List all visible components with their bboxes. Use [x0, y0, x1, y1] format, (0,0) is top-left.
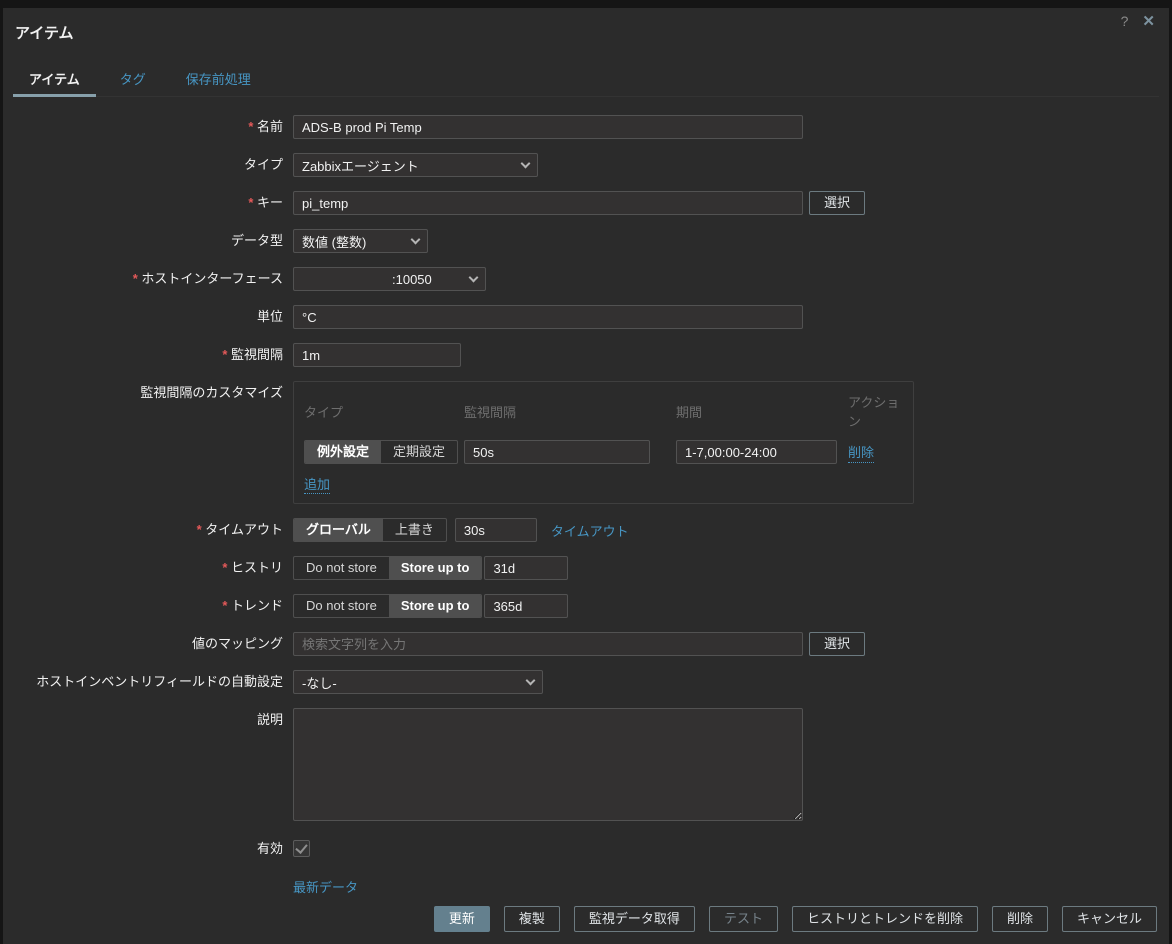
clear-history-trends-button[interactable]: ヒストリとトレンドを削除 — [792, 906, 978, 932]
trends-label: トレンド — [13, 594, 293, 618]
execute-now-button[interactable]: 監視データ取得 — [574, 906, 695, 932]
test-button[interactable]: テスト — [709, 906, 778, 932]
custom-interval-remove-link[interactable]: 削除 — [848, 442, 874, 463]
tab-bar: アイテム タグ 保存前処理 — [13, 65, 1159, 97]
custom-header-period: 期間 — [676, 402, 848, 421]
custom-interval-type-segmented: 例外設定 定期設定 — [304, 440, 458, 464]
inventory-label: ホストインベントリフィールドの自動設定 — [13, 670, 293, 694]
chevron-down-icon — [411, 235, 421, 245]
chevron-down-icon — [521, 159, 531, 169]
row-custom-intervals: 監視間隔のカスタマイズ タイプ 監視間隔 期間 アクション 例外設定 定期設定 … — [13, 381, 1159, 504]
custom-intervals-panel: タイプ 監視間隔 期間 アクション 例外設定 定期設定 削除 追加 — [293, 381, 914, 504]
value-mapping-label: 値のマッピング — [13, 632, 293, 656]
segment-trends-donotstore[interactable]: Do not store — [294, 595, 389, 617]
history-input[interactable] — [484, 556, 568, 580]
chevron-down-icon — [526, 676, 536, 686]
clone-button[interactable]: 複製 — [504, 906, 560, 932]
item-form: 名前 タイプ Zabbixエージェント キー 選択 データ型 — [13, 115, 1159, 896]
dialog-footer: 更新 複製 監視データ取得 テスト ヒストリとトレンドを削除 削除 キャンセル — [434, 906, 1157, 932]
row-data-type: データ型 数値 (整数) — [13, 229, 1159, 253]
row-host-interface: ホストインターフェース :10050 — [13, 267, 1159, 291]
dialog-title: アイテム — [13, 8, 1159, 43]
tab-tags[interactable]: タグ — [104, 65, 162, 96]
row-value-mapping: 値のマッピング 選択 — [13, 632, 1159, 656]
timeout-input[interactable] — [455, 518, 537, 542]
segment-trends-storeupto[interactable]: Store up to — [389, 595, 482, 617]
value-mapping-input[interactable] — [293, 632, 803, 656]
name-label: 名前 — [13, 115, 293, 139]
type-select[interactable]: Zabbixエージェント — [293, 153, 538, 177]
key-label: キー — [13, 191, 293, 215]
data-type-select[interactable]: 数値 (整数) — [293, 229, 428, 253]
trends-segmented: Do not store Store up to — [293, 594, 482, 618]
type-label: タイプ — [13, 153, 293, 177]
row-enabled: 有効 — [13, 837, 1159, 861]
custom-header-type: タイプ — [304, 402, 464, 421]
help-icon[interactable]: ? — [1121, 13, 1129, 29]
type-select-value: Zabbixエージェント — [302, 156, 419, 175]
tab-preprocessing[interactable]: 保存前処理 — [170, 65, 267, 96]
description-label: 説明 — [13, 708, 293, 732]
row-units: 単位 — [13, 305, 1159, 329]
timeout-settings-link[interactable]: タイムアウト — [551, 521, 629, 540]
custom-header-action: アクション — [848, 392, 903, 430]
row-timeout: タイムアウト グローバル 上書き タイムアウト — [13, 518, 1159, 542]
item-dialog: ? ✕ アイテム アイテム タグ 保存前処理 名前 タイプ Zabbixエージェ… — [3, 8, 1169, 944]
segment-scheduling[interactable]: 定期設定 — [381, 441, 457, 463]
segment-flexible[interactable]: 例外設定 — [305, 441, 381, 463]
enabled-label: 有効 — [13, 837, 293, 861]
cancel-button[interactable]: キャンセル — [1062, 906, 1157, 932]
host-interface-select[interactable]: :10050 — [293, 267, 486, 291]
row-description: 説明 — [13, 708, 1159, 821]
row-inventory: ホストインベントリフィールドの自動設定 -なし- — [13, 670, 1159, 694]
row-update-interval: 監視間隔 — [13, 343, 1159, 367]
delete-button[interactable]: 削除 — [992, 906, 1048, 932]
row-key: キー 選択 — [13, 191, 1159, 215]
key-select-button[interactable]: 選択 — [809, 191, 865, 215]
row-history: ヒストリ Do not store Store up to — [13, 556, 1159, 580]
chevron-down-icon — [469, 273, 479, 283]
host-interface-label: ホストインターフェース — [13, 267, 293, 291]
close-icon[interactable]: ✕ — [1142, 12, 1155, 30]
inventory-select[interactable]: -なし- — [293, 670, 543, 694]
custom-interval-row: 例外設定 定期設定 削除 — [304, 440, 903, 464]
custom-period-input[interactable] — [676, 440, 837, 464]
row-latest-data: 最新データ — [13, 877, 1159, 896]
custom-interval-input[interactable] — [464, 440, 650, 464]
row-name: 名前 — [13, 115, 1159, 139]
data-type-select-value: 数値 (整数) — [302, 232, 366, 251]
units-label: 単位 — [13, 305, 293, 329]
custom-intervals-label: 監視間隔のカスタマイズ — [13, 381, 293, 405]
row-type: タイプ Zabbixエージェント — [13, 153, 1159, 177]
timeout-label: タイムアウト — [13, 518, 293, 542]
history-segmented: Do not store Store up to — [293, 556, 482, 580]
update-interval-input[interactable] — [293, 343, 461, 367]
latest-data-link[interactable]: 最新データ — [293, 877, 358, 896]
description-textarea[interactable] — [293, 708, 803, 821]
history-label: ヒストリ — [13, 556, 293, 580]
name-input[interactable] — [293, 115, 803, 139]
segment-history-storeupto[interactable]: Store up to — [389, 557, 482, 579]
tab-item[interactable]: アイテム — [13, 65, 96, 96]
value-mapping-select-button[interactable]: 選択 — [809, 632, 865, 656]
timeout-segmented: グローバル 上書き — [293, 518, 447, 542]
segment-timeout-global[interactable]: グローバル — [294, 519, 383, 541]
segment-timeout-override[interactable]: 上書き — [383, 519, 446, 541]
key-input[interactable] — [293, 191, 803, 215]
segment-history-donotstore[interactable]: Do not store — [294, 557, 389, 579]
custom-interval-add-link[interactable]: 追加 — [304, 477, 330, 494]
host-interface-select-value: :10050 — [302, 272, 432, 287]
enabled-checkbox[interactable] — [293, 840, 310, 857]
inventory-select-value: -なし- — [302, 673, 337, 692]
update-interval-label: 監視間隔 — [13, 343, 293, 367]
trends-input[interactable] — [484, 594, 568, 618]
custom-header-interval: 監視間隔 — [464, 402, 676, 421]
update-button[interactable]: 更新 — [434, 906, 490, 932]
units-input[interactable] — [293, 305, 803, 329]
data-type-label: データ型 — [13, 229, 293, 253]
row-trends: トレンド Do not store Store up to — [13, 594, 1159, 618]
